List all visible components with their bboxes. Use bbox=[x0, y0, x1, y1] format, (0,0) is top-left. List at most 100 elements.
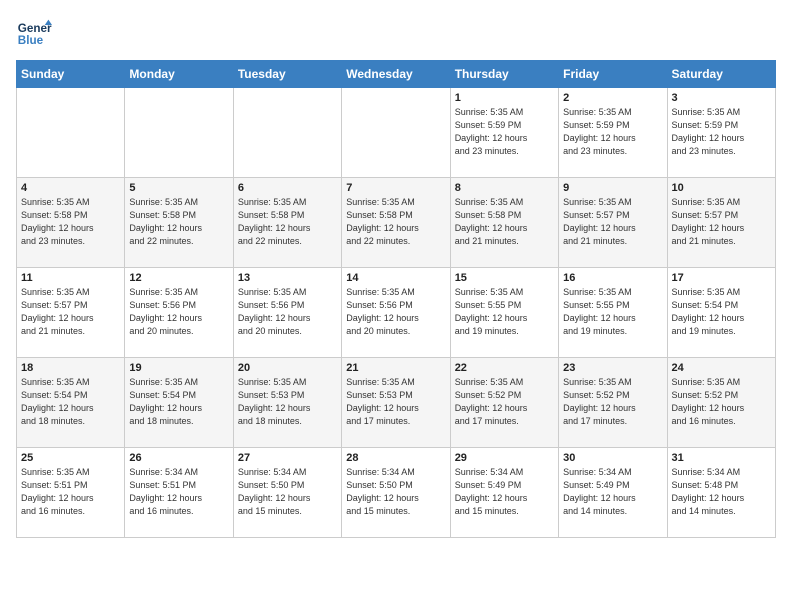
day-number: 26 bbox=[129, 452, 228, 464]
day-info: Sunrise: 5:34 AMSunset: 5:50 PMDaylight:… bbox=[346, 466, 445, 518]
calendar-cell: 10 Sunrise: 5:35 AMSunset: 5:57 PMDayligh… bbox=[667, 178, 775, 268]
day-info: Sunrise: 5:34 AMSunset: 5:49 PMDaylight:… bbox=[455, 466, 554, 518]
day-info: Sunrise: 5:35 AMSunset: 5:56 PMDaylight:… bbox=[346, 286, 445, 338]
day-info: Sunrise: 5:35 AMSunset: 5:55 PMDaylight:… bbox=[563, 286, 662, 338]
calendar-cell: 30Sunrise: 5:34 AMSunset: 5:49 PMDayligh… bbox=[559, 448, 667, 538]
calendar-cell: 28 Sunrise: 5:34 AMSunset: 5:50 PMDayligh… bbox=[342, 448, 450, 538]
calendar-cell: 4 Sunrise: 5:35 AMSunset: 5:58 PMDaylight… bbox=[17, 178, 125, 268]
calendar-cell: 27 Sunrise: 5:34 AMSunset: 5:50 PMDayligh… bbox=[233, 448, 341, 538]
calendar-cell: 20 Sunrise: 5:35 AMSunset: 5:53 PMDayligh… bbox=[233, 358, 341, 448]
calendar-cell bbox=[125, 88, 233, 178]
day-number: 29 bbox=[455, 452, 554, 464]
calendar-cell: 24 Sunrise: 5:35 AMSunset: 5:52 PMDayligh… bbox=[667, 358, 775, 448]
calendar-cell bbox=[342, 88, 450, 178]
calendar-cell: 15 Sunrise: 5:35 AMSunset: 5:55 PMDayligh… bbox=[450, 268, 558, 358]
day-info: Sunrise: 5:35 AMSunset: 5:52 PMDaylight:… bbox=[672, 376, 771, 428]
calendar-cell: 14 Sunrise: 5:35 AMSunset: 5:56 PMDayligh… bbox=[342, 268, 450, 358]
calendar-cell: 17 Sunrise: 5:35 AMSunset: 5:54 PMDayligh… bbox=[667, 268, 775, 358]
day-number: 3 bbox=[672, 92, 771, 104]
day-number: 24 bbox=[672, 362, 771, 374]
day-number: 10 bbox=[672, 182, 771, 194]
day-info: Sunrise: 5:35 AMSunset: 5:58 PMDaylight:… bbox=[346, 196, 445, 248]
calendar-cell: 31 Sunrise: 5:34 AMSunset: 5:48 PMDayligh… bbox=[667, 448, 775, 538]
calendar-cell: 3 Sunrise: 5:35 AMSunset: 5:59 PMDaylight… bbox=[667, 88, 775, 178]
day-info: Sunrise: 5:35 AMSunset: 5:53 PMDaylight:… bbox=[346, 376, 445, 428]
day-number: 23 bbox=[563, 362, 662, 374]
day-number: 20 bbox=[238, 362, 337, 374]
day-number: 7 bbox=[346, 182, 445, 194]
day-info: Sunrise: 5:35 AMSunset: 5:59 PMDaylight:… bbox=[672, 106, 771, 158]
calendar-table: SundayMondayTuesdayWednesdayThursdayFrid… bbox=[16, 60, 776, 538]
day-info: Sunrise: 5:35 AMSunset: 5:52 PMDaylight:… bbox=[563, 376, 662, 428]
day-number: 1 bbox=[455, 92, 554, 104]
day-number: 22 bbox=[455, 362, 554, 374]
calendar-cell: 16 Sunrise: 5:35 AMSunset: 5:55 PMDayligh… bbox=[559, 268, 667, 358]
day-number: 31 bbox=[672, 452, 771, 464]
day-info: Sunrise: 5:35 AMSunset: 5:58 PMDaylight:… bbox=[21, 196, 120, 248]
calendar-cell bbox=[233, 88, 341, 178]
day-info: Sunrise: 5:35 AMSunset: 5:57 PMDaylight:… bbox=[563, 196, 662, 248]
calendar-cell: 13Sunrise: 5:35 AMSunset: 5:56 PMDayligh… bbox=[233, 268, 341, 358]
calendar-cell: 18 Sunrise: 5:35 AMSunset: 5:54 PMDayligh… bbox=[17, 358, 125, 448]
calendar-cell: 5Sunrise: 5:35 AMSunset: 5:58 PMDaylight… bbox=[125, 178, 233, 268]
day-number: 17 bbox=[672, 272, 771, 284]
calendar-cell: 25Sunrise: 5:35 AMSunset: 5:51 PMDayligh… bbox=[17, 448, 125, 538]
calendar-cell: 2Sunrise: 5:35 AMSunset: 5:59 PMDaylight… bbox=[559, 88, 667, 178]
weekday-header-sunday: Sunday bbox=[17, 61, 125, 88]
calendar-cell: 11 Sunrise: 5:35 AMSunset: 5:57 PMDayligh… bbox=[17, 268, 125, 358]
day-number: 4 bbox=[21, 182, 120, 194]
weekday-header-monday: Monday bbox=[125, 61, 233, 88]
day-info: Sunrise: 5:34 AMSunset: 5:48 PMDaylight:… bbox=[672, 466, 771, 518]
calendar-cell: 22Sunrise: 5:35 AMSunset: 5:52 PMDayligh… bbox=[450, 358, 558, 448]
calendar-cell: 29 Sunrise: 5:34 AMSunset: 5:49 PMDayligh… bbox=[450, 448, 558, 538]
day-info: Sunrise: 5:35 AMSunset: 5:57 PMDaylight:… bbox=[21, 286, 120, 338]
day-info: Sunrise: 5:35 AMSunset: 5:56 PMDaylight:… bbox=[129, 286, 228, 338]
day-number: 14 bbox=[346, 272, 445, 284]
day-number: 19 bbox=[129, 362, 228, 374]
calendar-cell: 26 Sunrise: 5:34 AMSunset: 5:51 PMDayligh… bbox=[125, 448, 233, 538]
weekday-header-thursday: Thursday bbox=[450, 61, 558, 88]
day-number: 21 bbox=[346, 362, 445, 374]
day-info: Sunrise: 5:35 AMSunset: 5:59 PMDaylight:… bbox=[563, 106, 662, 158]
day-number: 12 bbox=[129, 272, 228, 284]
day-number: 15 bbox=[455, 272, 554, 284]
calendar-cell: 7 Sunrise: 5:35 AMSunset: 5:58 PMDaylight… bbox=[342, 178, 450, 268]
day-info: Sunrise: 5:35 AMSunset: 5:54 PMDaylight:… bbox=[21, 376, 120, 428]
calendar-cell: 1Sunrise: 5:35 AMSunset: 5:59 PMDaylight… bbox=[450, 88, 558, 178]
calendar-cell: 23 Sunrise: 5:35 AMSunset: 5:52 PMDayligh… bbox=[559, 358, 667, 448]
page-header: General Blue bbox=[16, 16, 776, 52]
calendar-cell: 12 Sunrise: 5:35 AMSunset: 5:56 PMDayligh… bbox=[125, 268, 233, 358]
calendar-cell bbox=[17, 88, 125, 178]
logo-icon: General Blue bbox=[16, 16, 52, 52]
day-number: 16 bbox=[563, 272, 662, 284]
day-number: 27 bbox=[238, 452, 337, 464]
day-info: Sunrise: 5:34 AMSunset: 5:49 PMDaylight:… bbox=[563, 466, 662, 518]
day-info: Sunrise: 5:34 AMSunset: 5:50 PMDaylight:… bbox=[238, 466, 337, 518]
day-info: Sunrise: 5:35 AMSunset: 5:53 PMDaylight:… bbox=[238, 376, 337, 428]
day-info: Sunrise: 5:35 AMSunset: 5:54 PMDaylight:… bbox=[672, 286, 771, 338]
day-info: Sunrise: 5:35 AMSunset: 5:58 PMDaylight:… bbox=[238, 196, 337, 248]
day-number: 6 bbox=[238, 182, 337, 194]
day-info: Sunrise: 5:35 AMSunset: 5:55 PMDaylight:… bbox=[455, 286, 554, 338]
day-number: 13 bbox=[238, 272, 337, 284]
weekday-header-tuesday: Tuesday bbox=[233, 61, 341, 88]
calendar-cell: 6 Sunrise: 5:35 AMSunset: 5:58 PMDaylight… bbox=[233, 178, 341, 268]
weekday-header-saturday: Saturday bbox=[667, 61, 775, 88]
day-number: 8 bbox=[455, 182, 554, 194]
day-number: 28 bbox=[346, 452, 445, 464]
day-number: 18 bbox=[21, 362, 120, 374]
day-info: Sunrise: 5:34 AMSunset: 5:51 PMDaylight:… bbox=[129, 466, 228, 518]
day-number: 9 bbox=[563, 182, 662, 194]
day-number: 11 bbox=[21, 272, 120, 284]
svg-text:Blue: Blue bbox=[18, 34, 44, 47]
day-info: Sunrise: 5:35 AMSunset: 5:54 PMDaylight:… bbox=[129, 376, 228, 428]
calendar-cell: 8 Sunrise: 5:35 AMSunset: 5:58 PMDaylight… bbox=[450, 178, 558, 268]
weekday-header-wednesday: Wednesday bbox=[342, 61, 450, 88]
weekday-header-friday: Friday bbox=[559, 61, 667, 88]
calendar-cell: 19 Sunrise: 5:35 AMSunset: 5:54 PMDayligh… bbox=[125, 358, 233, 448]
logo: General Blue bbox=[16, 16, 52, 52]
day-info: Sunrise: 5:35 AMSunset: 5:58 PMDaylight:… bbox=[129, 196, 228, 248]
day-number: 25 bbox=[21, 452, 120, 464]
day-info: Sunrise: 5:35 AMSunset: 5:57 PMDaylight:… bbox=[672, 196, 771, 248]
day-info: Sunrise: 5:35 AMSunset: 5:58 PMDaylight:… bbox=[455, 196, 554, 248]
